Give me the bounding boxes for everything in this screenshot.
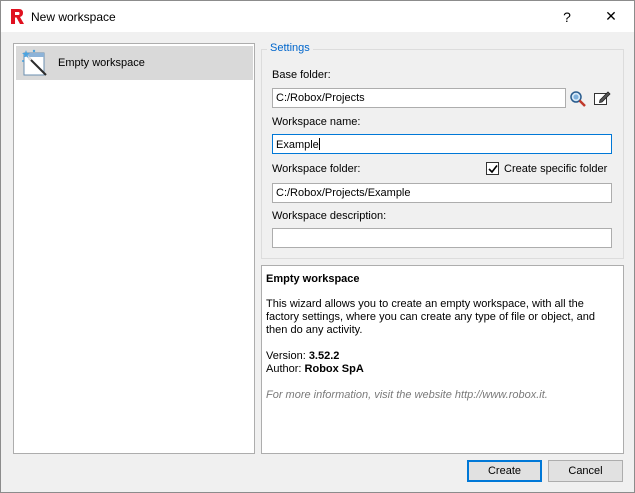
author-value: Robox SpA — [304, 363, 364, 375]
more-info-text: For more information, visit the website … — [266, 389, 548, 401]
wizard-list: Empty workspace — [13, 43, 255, 454]
wizard-wand-icon — [22, 49, 47, 76]
version-value: 3.52.2 — [308, 350, 340, 362]
edit-folder-icon[interactable] — [593, 89, 611, 107]
workspace-description-field[interactable] — [272, 228, 612, 248]
workspace-folder-field[interactable]: C:/Robox/Projects/Example — [272, 183, 612, 203]
close-icon: ✕ — [605, 8, 617, 24]
workspace-description-label: Workspace description: — [272, 210, 387, 222]
wizard-item-empty-workspace[interactable]: Empty workspace — [16, 46, 253, 80]
workspace-name-label: Workspace name: — [272, 116, 361, 128]
window-title: New workspace — [31, 10, 116, 24]
cancel-button[interactable]: Cancel — [548, 460, 623, 482]
create-button[interactable]: Create — [467, 460, 542, 482]
new-workspace-dialog: New workspace ? ✕ Empty workspace Settin… — [0, 0, 635, 493]
help-button[interactable]: ? — [544, 1, 590, 32]
version-line: Version: 3.52.2 — [266, 350, 619, 363]
version-label: Version: — [266, 350, 306, 362]
workspace-name-field[interactable]: Example — [272, 134, 612, 154]
author-label: Author: — [266, 363, 302, 375]
workspace-folder-label: Workspace folder: — [272, 163, 361, 175]
description-body: This wizard allows you to create an empt… — [266, 298, 595, 336]
help-icon: ? — [563, 8, 571, 25]
base-folder-label: Base folder: — [272, 69, 331, 81]
wizard-item-label: Empty workspace — [58, 57, 145, 69]
workspace-name-value: Example — [276, 139, 319, 151]
title-bar[interactable]: New workspace ? ✕ — [1, 1, 634, 32]
settings-legend: Settings — [267, 42, 313, 54]
wizard-description-panel: Empty workspace This wizard allows you t… — [261, 265, 624, 454]
text-caret — [318, 138, 320, 150]
description-title: Empty workspace — [266, 273, 360, 285]
create-specific-folder-label[interactable]: Create specific folder — [504, 163, 607, 175]
close-button[interactable]: ✕ — [588, 1, 634, 32]
create-specific-folder-checkbox[interactable] — [486, 162, 499, 175]
robox-logo-icon — [11, 9, 24, 24]
author-line: Author: Robox SpA — [266, 363, 619, 376]
base-folder-field[interactable]: C:/Robox/Projects — [272, 88, 566, 108]
checkmark-icon — [488, 165, 498, 174]
browse-search-icon[interactable] — [569, 90, 587, 108]
description-meta: Version: 3.52.2 Author: Robox SpA — [266, 350, 619, 376]
